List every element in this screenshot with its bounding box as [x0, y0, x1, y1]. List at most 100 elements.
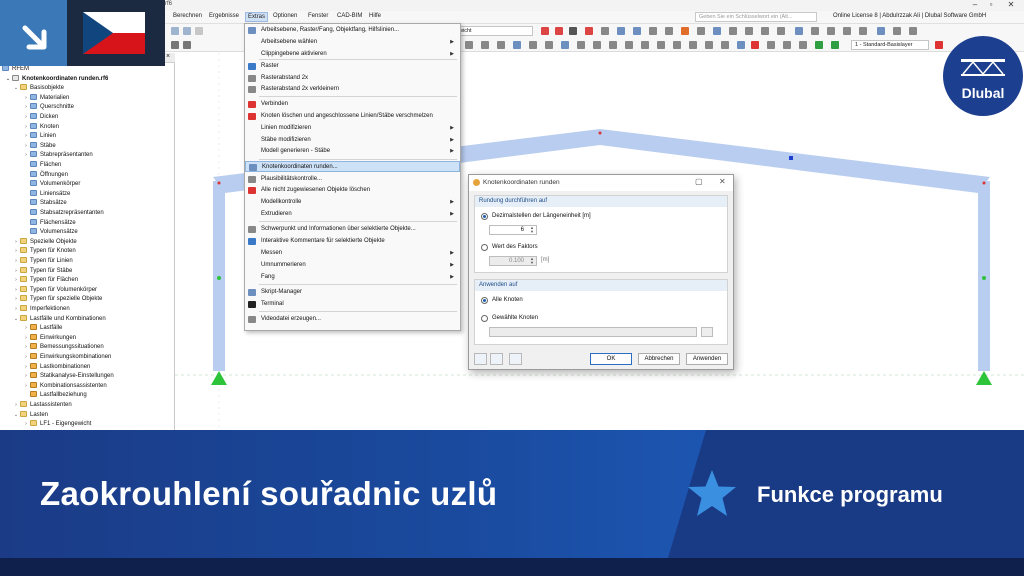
chevron-down-icon[interactable]: ⌄ — [12, 84, 20, 93]
menu-item[interactable]: Terminal — [245, 299, 460, 310]
tree-item[interactable]: › Materialien — [22, 93, 69, 104]
tool-icon[interactable] — [729, 27, 737, 35]
minimize-icon[interactable]: – — [968, 0, 982, 11]
view-icon[interactable] — [195, 27, 203, 35]
tool-icon[interactable] — [593, 41, 601, 49]
all-nodes-radio[interactable] — [481, 297, 488, 304]
tool-icon[interactable] — [799, 41, 807, 49]
cancel-button[interactable]: Abbrechen — [638, 353, 680, 365]
tree-item[interactable]: Stabsätze — [22, 199, 67, 209]
tool-icon[interactable] — [705, 41, 713, 49]
maximize-icon[interactable]: ▫ — [984, 0, 998, 11]
menu-item[interactable]: Alle nicht zugewiesenen Objekte löschen — [245, 185, 460, 196]
close-icon[interactable]: ✕ — [719, 177, 726, 186]
delete-icon[interactable] — [751, 41, 759, 49]
decimal-places-stepper[interactable]: 6 ▲ ▼ — [489, 225, 537, 235]
chevron-right-icon[interactable]: › — [12, 238, 20, 247]
tool-icon[interactable] — [745, 27, 753, 35]
tool-icon[interactable] — [893, 27, 901, 35]
tool-icon[interactable] — [831, 41, 839, 49]
tool-icon[interactable] — [689, 41, 697, 49]
tree-item[interactable]: › Typen für spezielle Objekte — [12, 295, 102, 305]
tree-item[interactable]: › Linien — [22, 132, 56, 142]
tree-item[interactable]: › Lastkombinationen — [22, 362, 90, 373]
chevron-right-icon[interactable]: › — [22, 132, 30, 141]
tree-item[interactable]: › Einwirkungskombinationen — [22, 353, 111, 363]
tree-item[interactable]: ⌄ Lastfälle und Kombinationen — [12, 314, 106, 325]
tree-item[interactable]: › Typen für Stäbe — [12, 266, 72, 277]
pointer-icon[interactable] — [569, 27, 577, 35]
factor-value-stepper[interactable]: 0.100 ▲ ▼ — [489, 256, 537, 266]
tree-item[interactable]: › Querschnitte — [22, 103, 74, 113]
chevron-right-icon[interactable]: › — [12, 247, 20, 256]
support-left-icon[interactable] — [211, 371, 227, 385]
search-icon[interactable] — [474, 353, 487, 365]
decimal-places-radio[interactable] — [481, 213, 488, 220]
tree-item[interactable]: › Typen für Flächen — [12, 276, 78, 286]
menu-item[interactable]: Extrudieren ▶ — [245, 209, 460, 220]
menu-item[interactable]: Umnummerieren ▶ — [245, 260, 460, 271]
tool-icon[interactable] — [657, 41, 665, 49]
tree-item[interactable]: › Bemessungssituationen — [22, 343, 104, 353]
tool-icon[interactable] — [935, 41, 943, 49]
menu-ergebnisse[interactable]: Ergebnisse — [207, 13, 241, 19]
menu-item[interactable]: Knoten löschen und angeschlossene Linien… — [245, 111, 460, 122]
chevron-right-icon[interactable]: › — [22, 324, 30, 333]
tree-item[interactable]: › Dicken — [22, 113, 58, 123]
tool-icon[interactable] — [721, 41, 729, 49]
menu-item[interactable]: Arbeitsebene wählen ▶ — [245, 37, 460, 48]
tree-item[interactable]: › Spezielle Objekte — [12, 237, 77, 248]
tree-item[interactable]: Stabsatzrepräsentanten — [22, 209, 104, 219]
tool-icon[interactable] — [909, 27, 917, 35]
node-ridge[interactable] — [598, 131, 602, 135]
tool-icon[interactable] — [843, 27, 851, 35]
ok-button[interactable]: OK — [590, 353, 632, 365]
tree-item[interactable]: › Kombinationsassistenten — [22, 381, 107, 392]
chevron-right-icon[interactable]: › — [22, 363, 30, 372]
chevron-right-icon[interactable]: › — [22, 343, 30, 352]
menu-berechnen[interactable]: Berechnen — [171, 13, 204, 19]
tool-icon[interactable] — [877, 27, 885, 35]
menu-extras[interactable]: Extras — [245, 12, 269, 22]
tree-item[interactable]: ⌄ Basisobjekte — [12, 84, 64, 94]
menu-item[interactable]: Skript-Manager — [245, 287, 460, 298]
tree-item[interactable]: › Typen für Linien — [12, 257, 73, 267]
menu-item[interactable]: Linien modifizieren ▶ — [245, 123, 460, 134]
chevron-right-icon[interactable]: › — [12, 276, 20, 285]
select-icon[interactable] — [541, 27, 549, 35]
selected-nodes-radio[interactable] — [481, 315, 488, 322]
menu-item[interactable]: Fang ▶ — [245, 272, 460, 283]
chevron-right-icon[interactable]: › — [22, 420, 30, 429]
menu-item[interactable]: Arbeitsebene, Raster/Fang, Objektfang, H… — [245, 25, 460, 36]
tool-icon[interactable] — [609, 41, 617, 49]
tool-icon[interactable] — [811, 27, 819, 35]
menu-item[interactable]: Clippingebene aktivieren ▶ — [245, 49, 460, 60]
spin-arrows-icon[interactable]: ▲ ▼ — [530, 257, 534, 265]
tool-icon[interactable] — [767, 41, 775, 49]
tool-icon[interactable] — [561, 41, 569, 49]
tool-icon[interactable] — [673, 41, 681, 49]
menu-hilfe[interactable]: Hilfe — [367, 13, 383, 19]
chevron-right-icon[interactable]: › — [22, 113, 30, 122]
tool-icon[interactable] — [465, 41, 473, 49]
menu-item[interactable]: Raster — [245, 61, 460, 72]
menu-optionen[interactable]: Optionen — [271, 13, 299, 19]
tool-icon[interactable] — [183, 41, 191, 49]
menu-item[interactable]: Rasterabstand 2x — [245, 73, 460, 84]
tree-item[interactable]: › Einwirkungen — [22, 333, 76, 344]
tree-item[interactable]: Lastfallbeziehung — [22, 391, 87, 401]
pick-nodes-icon[interactable] — [701, 327, 713, 337]
chevron-right-icon[interactable]: › — [12, 295, 20, 304]
tool-icon[interactable] — [625, 41, 633, 49]
keyword-search-input[interactable]: Geben Sie ein Schlüsselwort ein (Alt... — [695, 12, 817, 22]
menu-item[interactable]: Verbinden — [245, 99, 460, 110]
tree-item[interactable]: › Imperfektionen — [12, 305, 70, 315]
menu-item[interactable]: Modell generieren - Stäbe ▶ — [245, 146, 460, 157]
tree-item[interactable]: ⌄ Lasten — [12, 410, 48, 421]
tool-icon[interactable] — [649, 27, 657, 35]
tool-icon[interactable] — [713, 27, 721, 35]
tree-root[interactable]: RFEM — [2, 65, 29, 75]
tree-item[interactable]: Volumensätze — [22, 228, 78, 238]
tree-item[interactable]: › Lastfälle — [22, 324, 62, 334]
select-icon[interactable] — [585, 27, 593, 35]
